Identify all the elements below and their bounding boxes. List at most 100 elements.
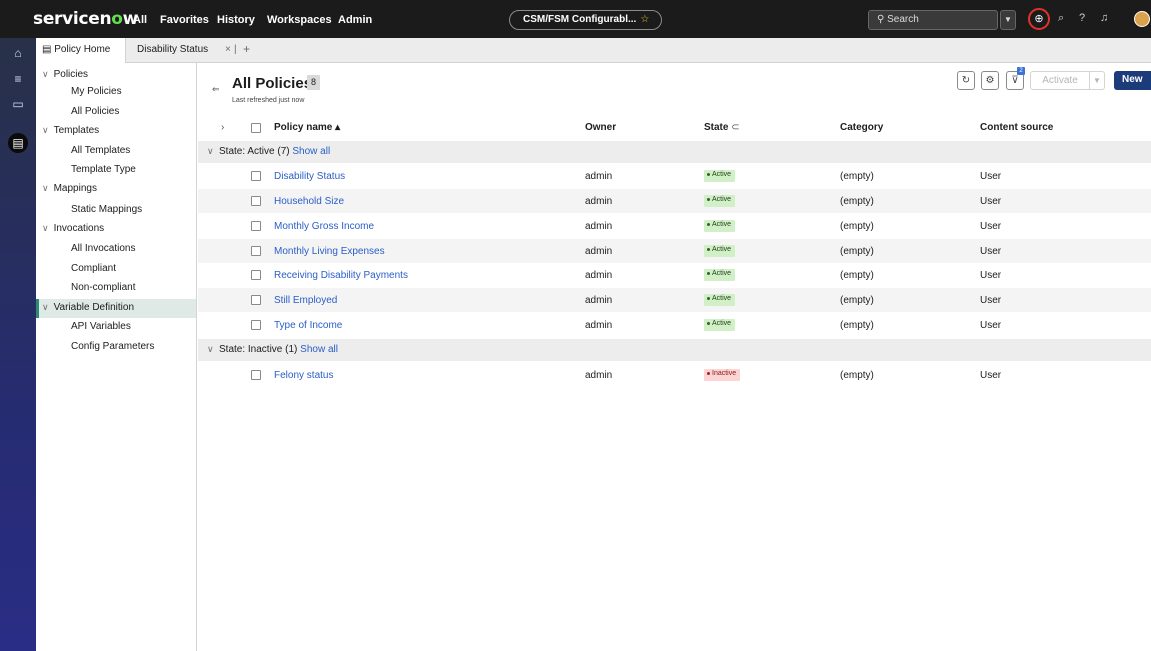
settings-icon[interactable]: ⚙ — [981, 71, 999, 90]
help-icon[interactable]: ? — [1079, 12, 1085, 24]
user-avatar[interactable] — [1134, 11, 1150, 27]
nav-link-workspaces[interactable]: Workspaces — [267, 14, 332, 26]
left-icon-rail: ⌂ ≡ ▭ ▤ — [0, 38, 36, 651]
content-source-cell: User — [980, 196, 1002, 207]
activate-dropdown-button[interactable]: ▼ — [1090, 71, 1105, 90]
table-row: Disability Status admin Active (empty) U… — [198, 164, 1151, 188]
row-checkbox[interactable] — [251, 370, 261, 380]
bell-icon[interactable]: ♫ — [1100, 12, 1108, 24]
refresh-icon[interactable]: ↻ — [957, 71, 975, 90]
document-icon: ▤ — [42, 44, 52, 55]
category-cell: (empty) — [840, 171, 874, 182]
table-row: Household Size admin Active (empty) User — [198, 189, 1151, 213]
state-badge: Active — [704, 195, 736, 207]
content-source-cell: User — [980, 246, 1002, 257]
column-category[interactable]: Category — [840, 122, 883, 133]
row-checkbox[interactable] — [251, 246, 261, 256]
nav-item-all-templates[interactable]: All Templates — [71, 145, 130, 156]
policy-navigation-panel: ∨ Policies My Policies All Policies ∨ Temp… — [36, 63, 197, 651]
expand-all-icon[interactable]: › — [221, 122, 224, 133]
nav-group-variable-definition[interactable]: ∨ Variable Definition — [42, 302, 134, 313]
activate-button[interactable]: Activate — [1030, 71, 1090, 90]
servicenow-logo[interactable]: servicenow — [33, 9, 138, 29]
nav-link-admin[interactable]: Admin — [338, 14, 372, 26]
group-row-active[interactable]: ∨ State: Active (7) Show all — [198, 141, 1151, 163]
chevron-down-icon: ∨ — [207, 146, 214, 156]
content-source-cell: User — [980, 295, 1002, 306]
last-refreshed-text: Last refreshed just now — [232, 97, 305, 104]
policy-name-link[interactable]: Disability Status — [274, 171, 345, 182]
nav-group-mappings[interactable]: ∨ Mappings — [42, 183, 97, 194]
nav-item-static-mappings[interactable]: Static Mappings — [71, 204, 142, 215]
star-icon[interactable]: ☆ — [640, 14, 649, 25]
chevron-down-icon: ∨ — [207, 344, 214, 354]
policy-name-link[interactable]: Monthly Gross Income — [274, 221, 374, 232]
nav-item-all-policies[interactable]: All Policies — [71, 106, 119, 117]
table-row: Monthly Gross Income admin Active (empty… — [198, 214, 1151, 238]
collapse-nav-icon[interactable]: ⇐ — [212, 84, 220, 95]
nav-item-non-compliant[interactable]: Non-compliant — [71, 282, 135, 293]
policy-name-link[interactable]: Receiving Disability Payments — [274, 270, 408, 281]
state-badge: Active — [704, 220, 736, 232]
chevron-down-icon: ∨ — [42, 125, 49, 135]
add-tab-icon[interactable]: + — [243, 42, 250, 56]
chevron-down-icon: ∨ — [42, 223, 49, 233]
table-row: Type of Income admin Active (empty) User — [198, 313, 1151, 337]
select-all-checkbox[interactable] — [251, 123, 261, 133]
column-policy-name[interactable]: Policy name ▴ — [274, 122, 340, 133]
column-state[interactable]: State ⊂ — [704, 122, 740, 133]
nav-group-invocations[interactable]: ∨ Invocations — [42, 223, 104, 234]
table-header: › Policy name ▴ Owner State ⊂ Category C… — [198, 114, 1151, 141]
nav-group-policies[interactable]: ∨ Policies — [42, 69, 88, 80]
globe-icon[interactable]: ⊕ — [1028, 8, 1050, 30]
row-checkbox[interactable] — [251, 171, 261, 181]
show-all-link[interactable]: Show all — [300, 344, 338, 355]
grouped-icon: ⊂ — [731, 122, 740, 133]
page-title: All Policies — [232, 75, 313, 92]
state-badge: Active — [704, 170, 736, 182]
record-count-badge: 8 — [307, 75, 320, 90]
row-checkbox[interactable] — [251, 270, 261, 280]
category-cell: (empty) — [840, 196, 874, 207]
home-icon[interactable]: ⌂ — [10, 46, 26, 62]
nav-link-history[interactable]: History — [217, 14, 255, 26]
policy-name-link[interactable]: Type of Income — [274, 320, 342, 331]
policy-name-link[interactable]: Monthly Living Expenses — [274, 246, 385, 257]
row-checkbox[interactable] — [251, 196, 261, 206]
tab-policy-home[interactable]: ▤ Policy Home — [36, 38, 126, 63]
new-button[interactable]: New — [1114, 71, 1151, 90]
row-checkbox[interactable] — [251, 295, 261, 305]
state-badge: Inactive — [704, 369, 741, 381]
column-content-source[interactable]: Content source — [980, 122, 1053, 133]
application-scope-picker[interactable]: CSM/FSM Configurabl... ☆ — [509, 10, 662, 30]
global-search-input[interactable]: ⚲ Search — [868, 10, 998, 30]
nav-item-compliant[interactable]: Compliant — [71, 263, 116, 274]
nav-item-all-invocations[interactable]: All Invocations — [71, 243, 135, 254]
nav-item-config-parameters[interactable]: Config Parameters — [71, 341, 154, 352]
nav-item-template-type[interactable]: Template Type — [71, 164, 136, 175]
nav-link-all[interactable]: All — [133, 14, 147, 26]
list-icon[interactable]: ≡ — [10, 72, 26, 88]
owner-cell: admin — [585, 320, 613, 331]
chat-icon[interactable]: ⌕ — [1058, 12, 1064, 25]
inbox-icon[interactable]: ▭ — [10, 97, 26, 113]
row-checkbox[interactable] — [251, 221, 261, 231]
tab-disability-status[interactable]: Disability Status — [137, 38, 208, 63]
table-row: Felony status admin Inactive (empty) Use… — [198, 363, 1151, 387]
column-owner[interactable]: Owner — [585, 122, 616, 133]
policy-name-link[interactable]: Felony status — [274, 370, 333, 381]
search-scope-dropdown[interactable]: ▼ — [1000, 10, 1016, 30]
close-tab-icon[interactable]: × — [225, 44, 231, 55]
group-label: State: Inactive (1) — [219, 344, 298, 355]
row-checkbox[interactable] — [251, 320, 261, 330]
state-badge: Active — [704, 245, 736, 257]
clipboard-icon[interactable]: ▤ — [8, 133, 28, 153]
group-row-inactive[interactable]: ∨ State: Inactive (1) Show all — [198, 339, 1151, 361]
policy-name-link[interactable]: Household Size — [274, 196, 344, 207]
nav-item-api-variables[interactable]: API Variables — [71, 321, 131, 332]
policy-name-link[interactable]: Still Employed — [274, 295, 337, 306]
show-all-link[interactable]: Show all — [292, 146, 330, 157]
nav-group-templates[interactable]: ∨ Templates — [42, 125, 99, 136]
nav-link-favorites[interactable]: Favorites — [160, 14, 209, 26]
nav-item-my-policies[interactable]: My Policies — [71, 86, 122, 97]
